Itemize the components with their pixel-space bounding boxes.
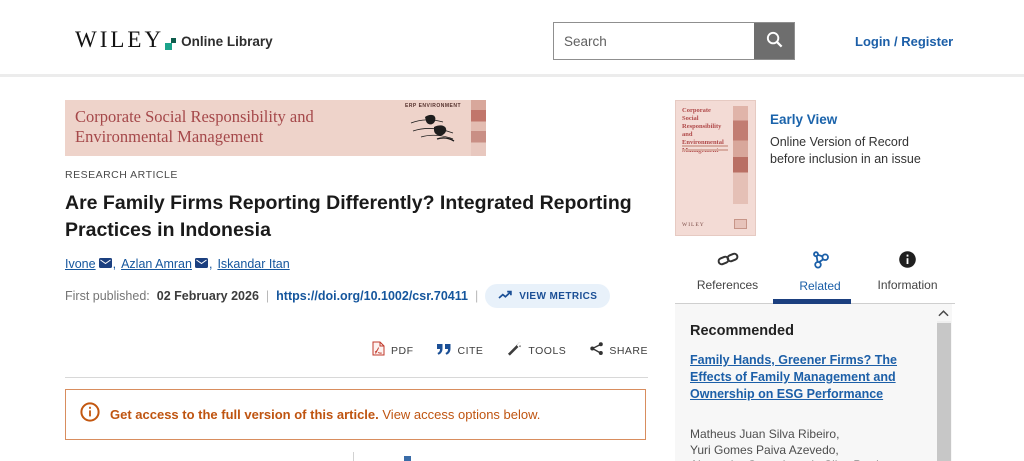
article-title: Are Family Firms Reporting Differently? …	[65, 190, 650, 244]
access-options-link[interactable]: View access options below.	[382, 407, 540, 422]
recommended-authors: Matheus Juan Silva Ribeiro, Yuri Gomes P…	[690, 427, 889, 461]
wiley-green-mark-icon	[165, 38, 176, 50]
access-notice: Get access to the full version of this a…	[65, 389, 646, 440]
cite-label: CITE	[457, 345, 483, 357]
journal-banner[interactable]: Corporate Social Responsibility and Envi…	[65, 100, 486, 156]
author-list: Ivone , Azlan Amran , Iskandar Itan	[65, 257, 290, 271]
online-library-wordmark: Online Library	[181, 34, 273, 51]
journal-cover-subtext	[682, 145, 728, 152]
author-link[interactable]: Iskandar Itan	[217, 257, 289, 271]
search-icon	[765, 30, 784, 52]
related-nodes-icon	[810, 251, 830, 274]
article-toolbar: PDF CITE TOOLS SHARE	[65, 341, 648, 361]
journal-banner-title-line2: Environmental Management	[75, 127, 314, 147]
separator: |	[266, 289, 269, 303]
wiley-online-library-page: WILEY Online Library Login / Register Co…	[0, 0, 1024, 461]
early-view-line1: Online Version of Record	[770, 134, 921, 151]
toolbar-divider	[65, 377, 648, 378]
wiley-wordmark: WILEY	[75, 28, 164, 51]
journal-cover-badge	[734, 219, 747, 229]
first-published-label: First published:	[65, 289, 150, 303]
first-published-date: 02 February 2026	[157, 289, 259, 303]
info-icon	[899, 251, 916, 273]
journal-banner-title-line1: Corporate Social Responsibility and	[75, 107, 314, 127]
pdf-button[interactable]: PDF	[372, 341, 414, 361]
share-icon	[590, 342, 603, 360]
search-button[interactable]	[754, 23, 794, 59]
journal-cover-thumbnail[interactable]: Corporate Social Responsibility and Envi…	[675, 100, 756, 236]
early-view-line2: before inclusion in an issue	[770, 151, 921, 168]
partial-next-section-divider	[353, 452, 354, 461]
wrench-icon	[507, 341, 522, 361]
author-separator: ,	[209, 257, 212, 271]
access-notice-text: Get access to the full version of this a…	[110, 407, 540, 422]
partial-next-section-element	[404, 456, 411, 461]
erp-environment-logo: ERP ENVIRONMENT	[395, 103, 471, 152]
journal-banner-title: Corporate Social Responsibility and Envi…	[75, 107, 314, 147]
recommended-author: Matheus Juan Silva Ribeiro,	[690, 427, 889, 443]
link-icon	[717, 251, 739, 273]
chevron-up-icon	[938, 304, 949, 322]
site-header: WILEY Online Library Login / Register	[0, 0, 1024, 77]
access-notice-bold: Get access to the full version of this a…	[110, 407, 379, 422]
author-link[interactable]: Ivone	[65, 257, 96, 271]
wiley-logo[interactable]: WILEY Online Library	[75, 28, 273, 51]
email-icon[interactable]	[195, 257, 208, 271]
doi-link[interactable]: https://doi.org/10.1002/csr.70411	[276, 289, 468, 303]
trend-up-icon	[498, 289, 513, 303]
early-view-link[interactable]: Early View	[770, 112, 921, 127]
tab-references[interactable]: References	[675, 251, 780, 293]
quote-icon	[437, 342, 451, 360]
journal-cover-strip	[733, 106, 748, 204]
tab-related[interactable]: Related	[780, 251, 860, 293]
view-metrics-label: VIEW METRICS	[519, 291, 597, 302]
scroll-up-button[interactable]	[936, 306, 951, 320]
view-metrics-button[interactable]: VIEW METRICS	[485, 284, 610, 308]
tools-label: TOOLS	[528, 345, 566, 357]
search-input[interactable]	[554, 23, 754, 59]
journal-cover-publisher: WILEY	[682, 222, 705, 228]
email-icon[interactable]	[99, 257, 112, 271]
tab-related-label: Related	[799, 279, 840, 293]
author-separator: ,	[113, 257, 116, 271]
login-register-link[interactable]: Login / Register	[855, 34, 953, 49]
share-button[interactable]: SHARE	[590, 341, 648, 361]
cite-button[interactable]: CITE	[437, 341, 483, 361]
separator: |	[475, 289, 478, 303]
sidebar-tabs: References Related Information	[675, 251, 955, 293]
pdf-icon	[372, 341, 385, 361]
info-circle-icon	[80, 402, 100, 427]
tab-references-label: References	[697, 278, 758, 292]
recommended-article-link[interactable]: Family Hands, Greener Firms? The Effects…	[690, 352, 920, 403]
early-view-block: Early View Online Version of Record befo…	[770, 112, 921, 168]
recommended-heading: Recommended	[690, 323, 794, 339]
banner-side-strip	[471, 100, 486, 156]
author-link[interactable]: Azlan Amran	[121, 257, 192, 271]
pdf-label: PDF	[391, 345, 414, 357]
tab-information-label: Information	[877, 278, 937, 292]
tools-button[interactable]: TOOLS	[507, 341, 566, 361]
tab-information[interactable]: Information	[860, 251, 955, 293]
swallows-illustration	[407, 109, 459, 147]
scrollbar-thumb[interactable]	[937, 323, 951, 461]
publication-info-row: First published: 02 February 2026 | http…	[65, 284, 610, 308]
share-label: SHARE	[609, 345, 648, 357]
recommended-author: Yuri Gomes Paiva Azevedo,	[690, 443, 889, 459]
article-type-label: RESEARCH ARTICLE	[65, 169, 178, 181]
search-form	[553, 22, 795, 60]
